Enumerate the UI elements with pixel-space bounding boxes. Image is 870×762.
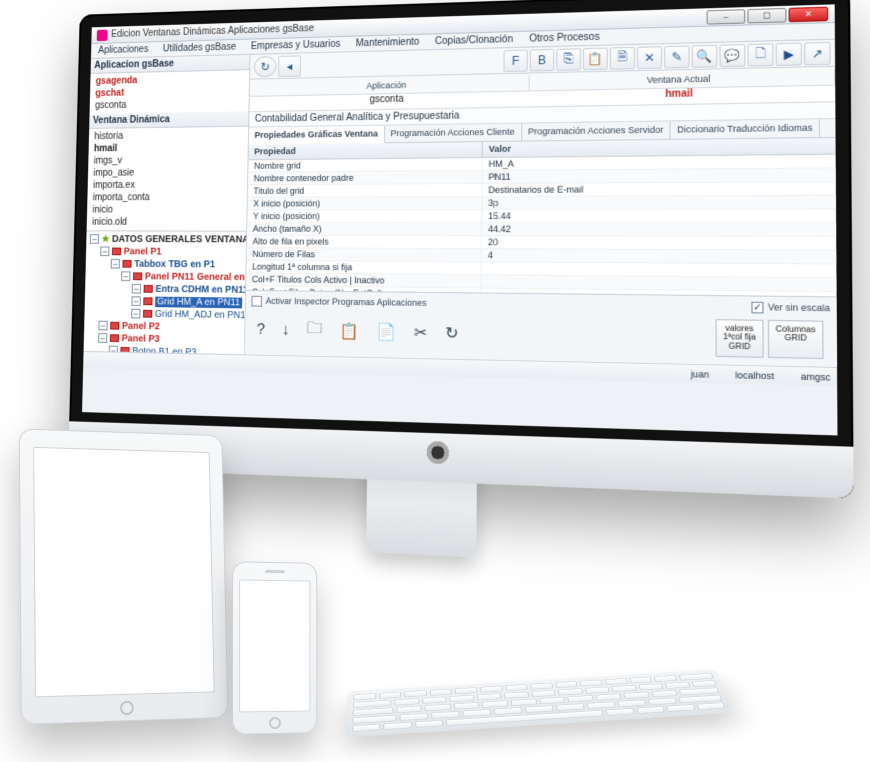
status-db: amgsc <box>801 371 831 382</box>
doc-icon[interactable]: 🗎 <box>610 46 635 69</box>
prop-cell: Alto de fila en pixels <box>247 236 482 249</box>
sync-icon[interactable]: ↻ <box>445 323 459 343</box>
tab-diccionario[interactable]: Diccionario Traducción Idiomas <box>671 119 821 139</box>
delete-icon[interactable]: ✕ <box>637 46 662 69</box>
tree: –★ DATOS GENERALES VENTANA –Panel P1–Tab… <box>84 230 247 354</box>
val-cell[interactable]: Destinatarios de E-mail <box>482 182 836 196</box>
dyn-item[interactable]: inicio <box>87 204 247 217</box>
val-cell[interactable]: 20 <box>482 236 836 250</box>
dyn-list: historia hmail imgs_v impo_asie importa.… <box>87 127 249 231</box>
chk-scale-label: Ver sin escala <box>768 302 830 313</box>
tree-toggle[interactable]: – <box>100 247 109 257</box>
close-button[interactable]: ✕ <box>789 6 829 22</box>
new-icon[interactable]: 🗋 <box>747 43 773 66</box>
tree-toggle[interactable]: – <box>132 284 141 294</box>
tree-root[interactable]: DATOS GENERALES VENTANA <box>112 234 246 245</box>
run-icon[interactable]: ▶ <box>776 42 802 65</box>
italic-icon[interactable]: B <box>530 48 555 71</box>
tree-toggle[interactable]: – <box>111 259 120 269</box>
clipboard-icon[interactable]: 📋 <box>340 321 360 341</box>
app-item[interactable]: gsconta <box>90 97 249 112</box>
prop-cell: Nombre grid <box>248 158 482 172</box>
chk-scale[interactable]: ✓ <box>751 301 763 313</box>
prop-cell: Titulo del grid <box>248 184 483 197</box>
col-val: Valor <box>483 138 836 157</box>
tree-toggle[interactable]: – <box>98 333 107 343</box>
val-cell[interactable]: 4 <box>482 249 837 263</box>
val-cell[interactable]: PN11 <box>482 168 835 183</box>
val-cell[interactable]: HM_A <box>483 155 836 170</box>
dyn-item[interactable]: impo_asie <box>88 166 248 180</box>
tree-toggle[interactable]: – <box>98 321 107 331</box>
app-icon <box>97 29 108 40</box>
dyn-item[interactable]: importa_conta <box>87 191 247 204</box>
tab-prog-servidor[interactable]: Programación Acciones Servidor <box>522 121 671 140</box>
tree-toggle[interactable]: – <box>131 309 140 319</box>
prop-cell: Ancho (tamaño X) <box>247 223 482 235</box>
edit-icon[interactable]: ✎ <box>664 45 689 68</box>
window-title: Edicion Ventanas Dinámicas Aplicaciones … <box>111 23 314 39</box>
menu-otros[interactable]: Otros Procesos <box>521 29 608 46</box>
menu-mantenimiento[interactable]: Mantenimiento <box>348 35 427 52</box>
btn-columnas[interactable]: ColumnasGRID <box>768 319 824 359</box>
btn-valores[interactable]: valores1ªcol fijaGRID <box>715 319 763 358</box>
left-pane: Aplicacion gsBase gsagenda gschat gscont… <box>84 55 251 355</box>
tree-toggle[interactable]: – <box>121 271 130 281</box>
minimize-button[interactable]: – <box>707 9 746 24</box>
tablet-device <box>19 428 229 725</box>
dyn-item[interactable]: inicio.old <box>87 216 247 229</box>
val-cell[interactable]: 44.42 <box>482 223 836 236</box>
download-icon[interactable]: ↓ <box>282 321 290 339</box>
prop-cell: Longitud 1ª columna si fija <box>246 261 481 275</box>
nav-back-icon[interactable]: ◂ <box>278 55 301 77</box>
folder-icon[interactable]: 🗀 <box>307 317 323 344</box>
prop-cell: Col+F Titulos Cols Activo | Inactivo <box>246 273 481 287</box>
tools-icon[interactable]: ✂ <box>414 323 428 343</box>
keyboard-device <box>346 669 734 737</box>
val-cell[interactable]: 3p <box>482 196 836 209</box>
prop-cell: Y inicio (posición) <box>247 210 482 222</box>
prop-cell: X inicio (posición) <box>248 197 483 209</box>
table-row[interactable]: Y inicio (posición)15.44 <box>247 209 836 223</box>
tree-node[interactable]: –Tabbox TBG en P1 <box>89 258 246 272</box>
menu-utilidades[interactable]: Utilidades gsBase <box>155 40 243 57</box>
tree-toggle[interactable]: – <box>131 296 140 306</box>
status-user: juan <box>691 368 709 379</box>
tree-node[interactable]: –Panel P1 <box>89 246 246 259</box>
status-host: localhost <box>735 369 774 380</box>
chat-icon[interactable]: 💬 <box>719 44 745 67</box>
refresh-icon[interactable]: ↻ <box>254 56 277 78</box>
val-cell[interactable]: 15.44 <box>482 209 836 222</box>
right-pane: ↻ ◂ F B ⎘ 📋 🗎 ✕ ✎ 🔍 💬 🗋 ▶ <box>245 40 837 367</box>
phone-device <box>232 561 317 734</box>
table-row[interactable]: X inicio (posición)3p <box>248 196 836 211</box>
chk-inspector[interactable] <box>251 295 262 306</box>
tab-prog-cliente[interactable]: Programación Acciones Cliente <box>385 124 522 143</box>
tree-toggle[interactable]: – <box>90 234 99 243</box>
menu-copias[interactable]: Copias/Clonación <box>427 32 521 49</box>
search-icon[interactable]: 🔍 <box>692 44 718 67</box>
paste2-icon[interactable]: 📄 <box>377 322 397 342</box>
bold-icon[interactable]: F <box>503 49 527 71</box>
col-prop: Propiedad <box>249 142 483 159</box>
maximize-button[interactable]: ▢ <box>747 7 786 23</box>
paste-icon[interactable]: 📋 <box>583 47 608 70</box>
grid-body[interactable]: Nombre gridHM_ANombre contenedor padrePN… <box>246 155 836 296</box>
app-window: Edicion Ventanas Dinámicas Aplicaciones … <box>82 4 837 435</box>
help-icon[interactable]: ? <box>257 321 266 339</box>
chk-inspector-label: Activar Inspector Programas Aplicaciones <box>266 296 427 308</box>
prop-cell: Nombre contenedor padre <box>248 171 482 184</box>
menu-aplicaciones[interactable]: Aplicaciones <box>91 42 156 58</box>
menu-empresas[interactable]: Empresas y Usuarios <box>243 37 348 54</box>
tab-propiedades[interactable]: Propiedades Gráficas Ventana <box>249 126 385 145</box>
copy-icon[interactable]: ⎘ <box>556 48 581 71</box>
prop-cell: Número de Filas <box>247 248 482 261</box>
export-icon[interactable]: ↗ <box>804 41 831 64</box>
dyn-item[interactable]: importa.ex <box>88 179 248 192</box>
apps-list: gsagenda gschat gsconta <box>90 70 250 114</box>
